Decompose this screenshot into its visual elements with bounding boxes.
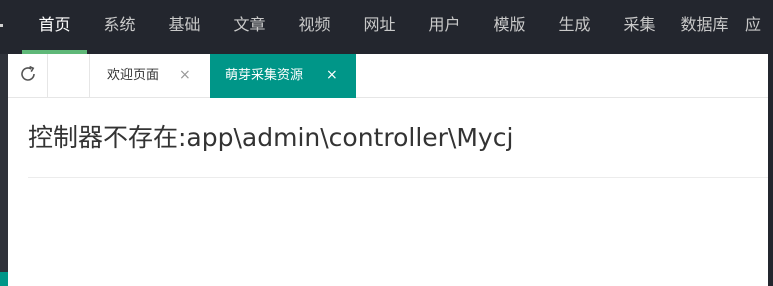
sidebar-active-marker bbox=[0, 272, 8, 286]
divider bbox=[28, 177, 768, 178]
tab-mengya-collect[interactable]: 萌芽采集资源 × bbox=[210, 54, 356, 98]
nav-item-article[interactable]: 文章 bbox=[217, 0, 282, 54]
close-icon[interactable]: × bbox=[326, 54, 338, 97]
nav-item-template[interactable]: 模版 bbox=[477, 0, 542, 54]
nav-item-video[interactable]: 视频 bbox=[282, 0, 347, 54]
nav-item-home[interactable]: 首页 bbox=[22, 0, 87, 54]
sidebar-toggle-dot bbox=[0, 24, 3, 27]
refresh-icon bbox=[18, 64, 38, 88]
right-edge-strip bbox=[768, 0, 773, 286]
top-navigation-bar: 首页 系统 基础 文章 视频 网址 用户 模版 生成 采集 数据库 应 bbox=[0, 0, 773, 54]
nav-item-system[interactable]: 系统 bbox=[87, 0, 152, 54]
tab-bar: 欢迎页面 × 萌芽采集资源 × bbox=[8, 54, 768, 98]
content-area: 控制器不存在:app\admin\controller\Mycj bbox=[8, 98, 768, 286]
tab-welcome[interactable]: 欢迎页面 × bbox=[90, 54, 210, 97]
nav-item-collect[interactable]: 采集 bbox=[607, 0, 672, 54]
nav-item-database[interactable]: 数据库 bbox=[672, 0, 737, 54]
tab-bar-spacer bbox=[48, 54, 90, 97]
nav-item-basic[interactable]: 基础 bbox=[152, 0, 217, 54]
nav-item-generate[interactable]: 生成 bbox=[542, 0, 607, 54]
left-sidebar bbox=[0, 54, 8, 286]
close-icon[interactable]: × bbox=[179, 54, 191, 97]
error-message: 控制器不存在:app\admin\controller\Mycj bbox=[28, 123, 514, 152]
nav-item-user[interactable]: 用户 bbox=[412, 0, 477, 54]
main-nav: 首页 系统 基础 文章 视频 网址 用户 模版 生成 采集 数据库 应 bbox=[22, 0, 771, 54]
tab-label: 萌芽采集资源 bbox=[225, 68, 304, 83]
refresh-button[interactable] bbox=[8, 54, 48, 97]
tab-label: 欢迎页面 bbox=[107, 68, 160, 83]
nav-item-url[interactable]: 网址 bbox=[347, 0, 412, 54]
nav-item-app-partial[interactable]: 应 bbox=[737, 0, 771, 54]
